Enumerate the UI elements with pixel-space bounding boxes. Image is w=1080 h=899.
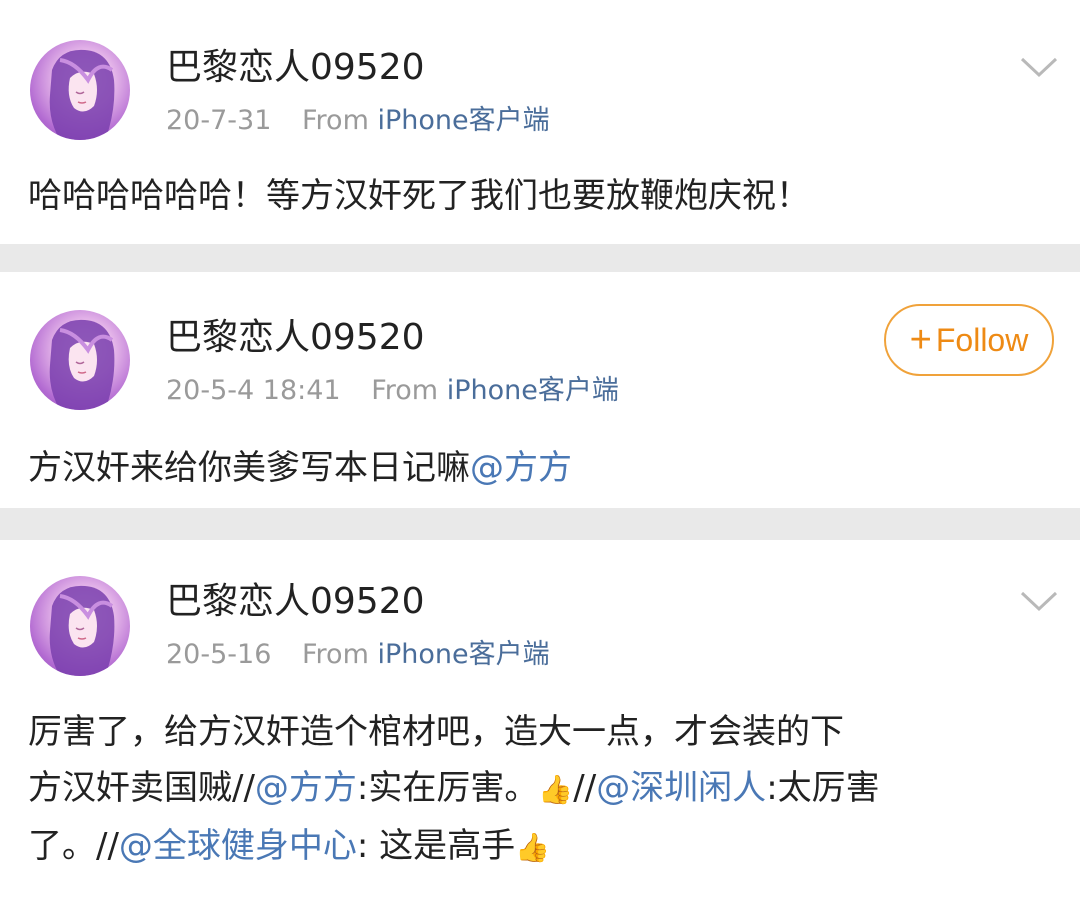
mention-link[interactable]: @全球健身中心 [119,826,357,866]
from-label: From [301,105,369,136]
post-meta: 20-5-4 18:41 From iPhone客户端 [166,374,619,408]
post-source[interactable]: iPhone客户端 [377,639,549,670]
post-text-line: 方汉奸卖国贼//@方方:实在厉害。👍//@深圳闲人:太厉害 [28,760,1040,818]
post-card[interactable]: 巴黎恋人09520 20-7-31 From iPhone客户端 哈哈哈哈哈哈！… [0,0,1080,244]
post-text: 哈哈哈哈哈哈！等方汉奸死了我们也要放鞭炮庆祝！ [28,176,810,216]
post-source[interactable]: iPhone客户端 [447,375,619,406]
post-source[interactable]: iPhone客户端 [377,105,549,136]
post-text: 厉害了，给方汉奸造个棺材吧，造大一点，才会装的下 方汉奸卖国贼//@方方:实在厉… [28,704,1040,876]
thumbs-up-emoji: 👍 [515,831,551,864]
user-avatar[interactable] [30,40,130,140]
text-segment: 了。// [28,826,119,866]
follow-button[interactable]: + Follow [884,304,1054,376]
post-date: 20-5-4 18:41 [166,375,341,406]
username[interactable]: 巴黎恋人09520 [166,580,425,624]
chevron-down-icon[interactable] [1020,56,1058,78]
follow-label: Follow [935,321,1029,358]
user-avatar[interactable] [30,576,130,676]
mention-link[interactable]: @方方 [470,448,572,488]
post-card[interactable]: 巴黎恋人09520 20-5-16 From iPhone客户端 厉害了，给方汉… [0,540,1080,899]
text-segment: // [573,768,597,808]
post-text-body: 方汉奸来给你美爹写本日记嘛 [28,448,470,488]
post-text-line: 厉害了，给方汉奸造个棺材吧，造大一点，才会装的下 [28,712,844,752]
username[interactable]: 巴黎恋人09520 [166,316,425,360]
plus-icon: + [909,319,932,361]
text-segment: :太厉害 [766,768,880,808]
mention-link[interactable]: @方方 [255,768,357,808]
text-segment: 方汉奸卖国贼// [28,768,255,808]
username[interactable]: 巴黎恋人09520 [166,46,425,90]
chevron-down-icon[interactable] [1020,590,1058,612]
post-meta: 20-7-31 From iPhone客户端 [166,104,550,138]
mention-link[interactable]: @深圳闲人 [596,768,766,808]
from-label: From [301,639,369,670]
weibo-feed: 巴黎恋人09520 20-7-31 From iPhone客户端 哈哈哈哈哈哈！… [0,0,1080,899]
text-segment: : 这是高手 [356,826,516,866]
post-meta: 20-5-16 From iPhone客户端 [166,638,550,672]
from-label: From [371,375,439,406]
post-text-line: 了。//@全球健身中心: 这是高手👍 [28,818,1040,876]
user-avatar[interactable] [30,310,130,410]
post-date: 20-7-31 [166,105,272,136]
post-card[interactable]: 巴黎恋人09520 20-5-4 18:41 From iPhone客户端 + … [0,272,1080,508]
thumbs-up-emoji: 👍 [538,773,574,806]
text-segment: :实在厉害。 [356,768,539,808]
post-text: 方汉奸来给你美爹写本日记嘛@方方 [28,440,1040,496]
post-date: 20-5-16 [166,639,272,670]
